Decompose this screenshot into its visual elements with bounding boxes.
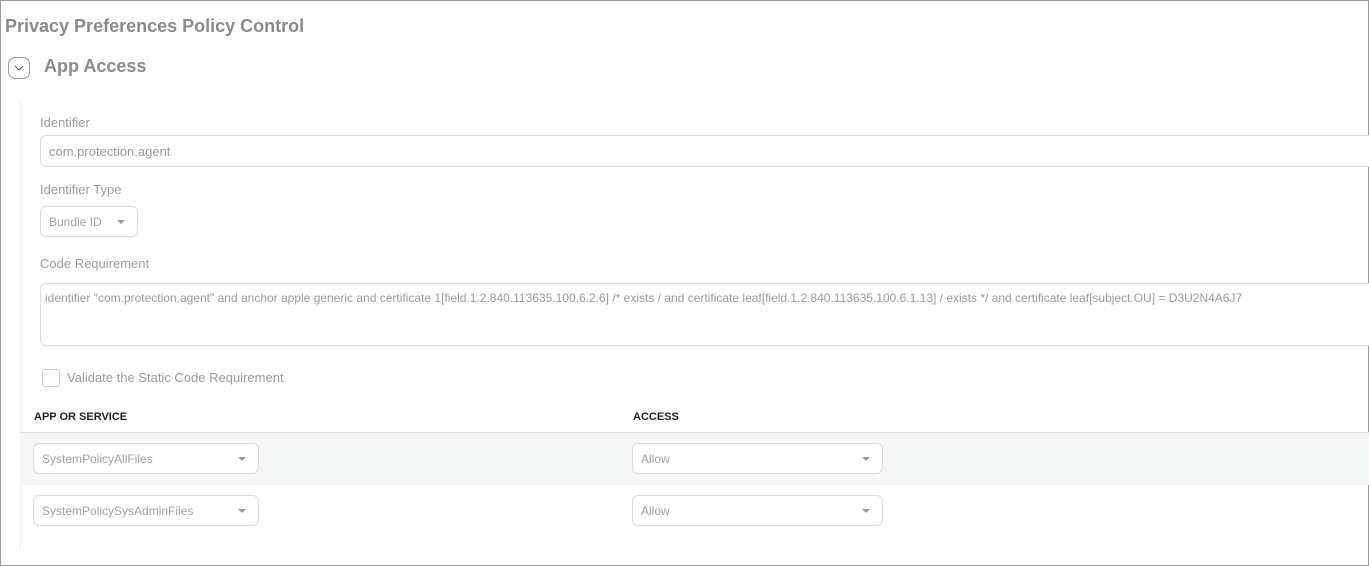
access-select[interactable]: Allow: [632, 495, 883, 526]
identifier-input[interactable]: com.protection.agent: [40, 135, 1369, 167]
service-select[interactable]: SystemPolicySysAdminFiles: [33, 495, 259, 526]
column-header-access: ACCESS: [633, 411, 679, 423]
code-requirement-value: identifier "com.protection.agent" and an…: [45, 291, 1243, 305]
caret-down-icon: [117, 219, 125, 224]
chevron-down-icon: [14, 65, 24, 71]
access-value: Allow: [641, 451, 670, 466]
caret-down-icon: [862, 508, 870, 513]
validate-checkbox[interactable]: [42, 369, 60, 387]
code-requirement-textarea[interactable]: identifier "com.protection.agent" and an…: [40, 283, 1369, 346]
identifier-label: Identifier: [40, 115, 90, 130]
column-header-app-or-service: APP OR SERVICE: [34, 411, 128, 423]
access-value: Allow: [641, 503, 670, 518]
service-value: SystemPolicySysAdminFiles: [42, 503, 194, 518]
section-title: App Access: [44, 56, 147, 76]
identifier-value: com.protection.agent: [49, 144, 171, 159]
access-select[interactable]: Allow: [632, 443, 883, 474]
caret-down-icon: [862, 456, 870, 461]
caret-down-icon: [238, 508, 246, 513]
page-title: Privacy Preferences Policy Control: [5, 16, 305, 36]
service-value: SystemPolicyAllFiles: [42, 451, 153, 466]
identifier-type-select[interactable]: Bundle ID: [40, 206, 138, 237]
identifier-type-value: Bundle ID: [49, 214, 102, 229]
identifier-type-label: Identifier Type: [40, 182, 122, 197]
section-toggle-button[interactable]: [8, 57, 30, 79]
caret-down-icon: [238, 456, 246, 461]
validate-label: Validate the Static Code Requirement: [67, 370, 284, 385]
code-requirement-label: Code Requirement: [40, 256, 150, 271]
service-select[interactable]: SystemPolicyAllFiles: [33, 443, 259, 474]
